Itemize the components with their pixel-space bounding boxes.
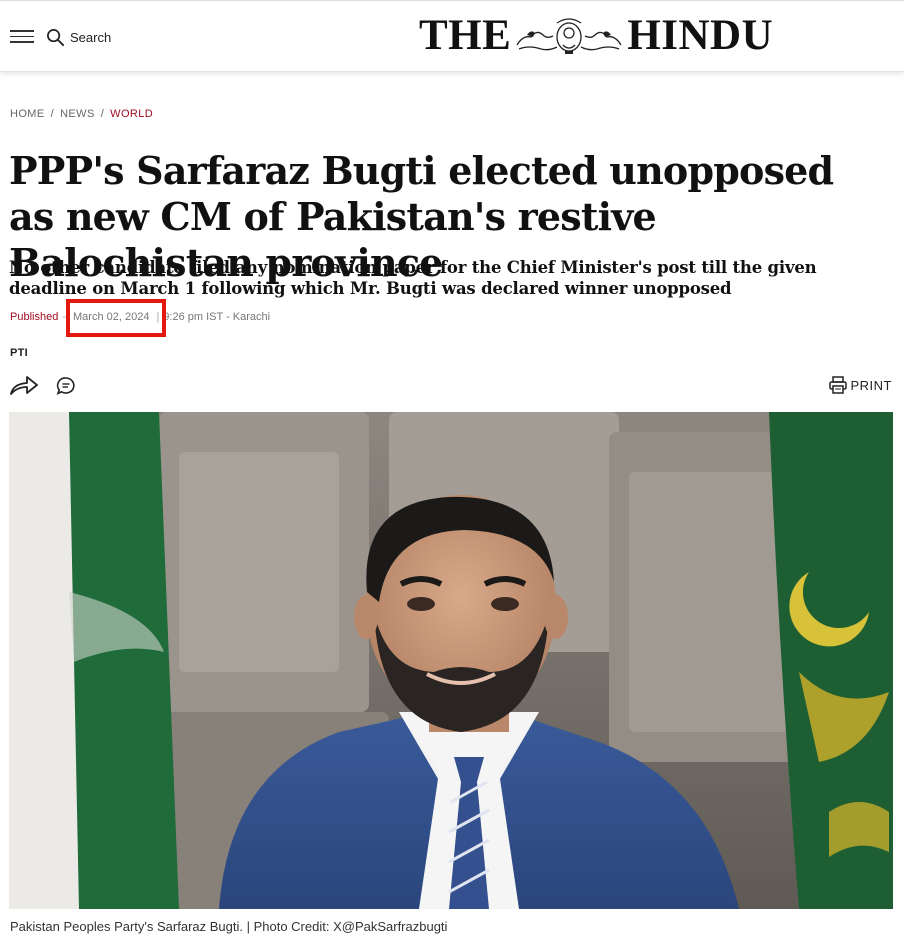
print-button[interactable]: PRINT: [828, 375, 893, 395]
search-icon: [47, 28, 65, 46]
breadcrumb-world[interactable]: WORLD: [110, 108, 153, 120]
breadcrumb-separator: /: [50, 108, 55, 120]
breadcrumb-news[interactable]: NEWS: [60, 108, 95, 120]
the-hindu-logo[interactable]: THE HINDU: [419, 13, 781, 59]
breadcrumb-home[interactable]: HOME: [10, 108, 45, 120]
print-label: PRINT: [850, 377, 892, 393]
search-button[interactable]: Search: [46, 25, 111, 49]
published-time: 9:26 pm IST - Karachi: [163, 311, 271, 323]
article-subheadline: No other candidate filed any nomination …: [9, 258, 817, 298]
photo-caption: Pakistan Peoples Party's Sarfaraz Bugti.…: [10, 919, 448, 934]
logo-word-hindu: HINDU: [627, 12, 774, 59]
author-byline[interactable]: PTI: [10, 347, 28, 359]
menu-icon[interactable]: [10, 30, 34, 44]
share-icon[interactable]: [9, 374, 39, 396]
published-label: Published: [10, 311, 59, 323]
breadcrumb: HOME / NEWS / WORLD: [10, 108, 153, 120]
top-navigation-bar: Search THE HINDU: [0, 0, 904, 72]
search-label: Search: [70, 29, 112, 45]
logo-word-the: THE: [419, 12, 512, 59]
comment-icon[interactable]: [56, 376, 76, 396]
print-icon: [828, 376, 847, 394]
breadcrumb-separator: /: [100, 108, 105, 120]
date-highlight-annotation: [66, 299, 166, 337]
emblem-icon: [516, 18, 622, 54]
article-photo: [9, 412, 893, 909]
